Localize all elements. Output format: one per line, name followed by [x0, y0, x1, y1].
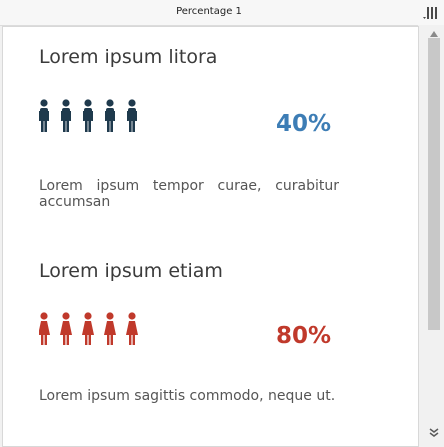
triangle-up-icon[interactable] [429, 30, 439, 38]
title-bar: Percentage 1 [0, 0, 418, 26]
female-person-icon [104, 312, 116, 345]
section-description: Lorem ipsum tempor curae, curabitur accu… [39, 178, 339, 210]
female-person-icon [39, 312, 50, 345]
male-person-icon [105, 99, 115, 132]
male-person-icon [39, 99, 49, 132]
section-title: Lorem ipsum etiam [39, 260, 223, 282]
app-window: Percentage 1 Lorem ipsum litora 40% Lore… [0, 0, 444, 447]
percentage-value: 80% [276, 323, 332, 349]
section-description: Lorem ipsum sagittis commodo, neque ut. [39, 388, 336, 404]
section-title: Lorem ipsum litora [39, 46, 218, 68]
female-person-icon [126, 312, 138, 345]
people-icon-row-2 [39, 312, 138, 345]
male-person-icon [83, 99, 93, 132]
people-icon-row-1 [39, 99, 137, 132]
window-title: Percentage 1 [176, 6, 242, 17]
double-chevron-down-icon[interactable] [429, 428, 439, 438]
content-panel: Lorem ipsum litora 40% Lorem ipsum tempo… [2, 26, 419, 447]
male-person-icon [61, 99, 71, 132]
female-person-icon [82, 312, 94, 345]
vertical-bars-icon [423, 7, 437, 19]
female-person-icon [60, 312, 72, 345]
scroll-thumb[interactable] [428, 38, 440, 330]
male-person-icon [127, 99, 137, 132]
menu-button[interactable] [418, 0, 444, 25]
percentage-value: 40% [276, 111, 332, 137]
vertical-scrollbar[interactable] [425, 26, 444, 426]
